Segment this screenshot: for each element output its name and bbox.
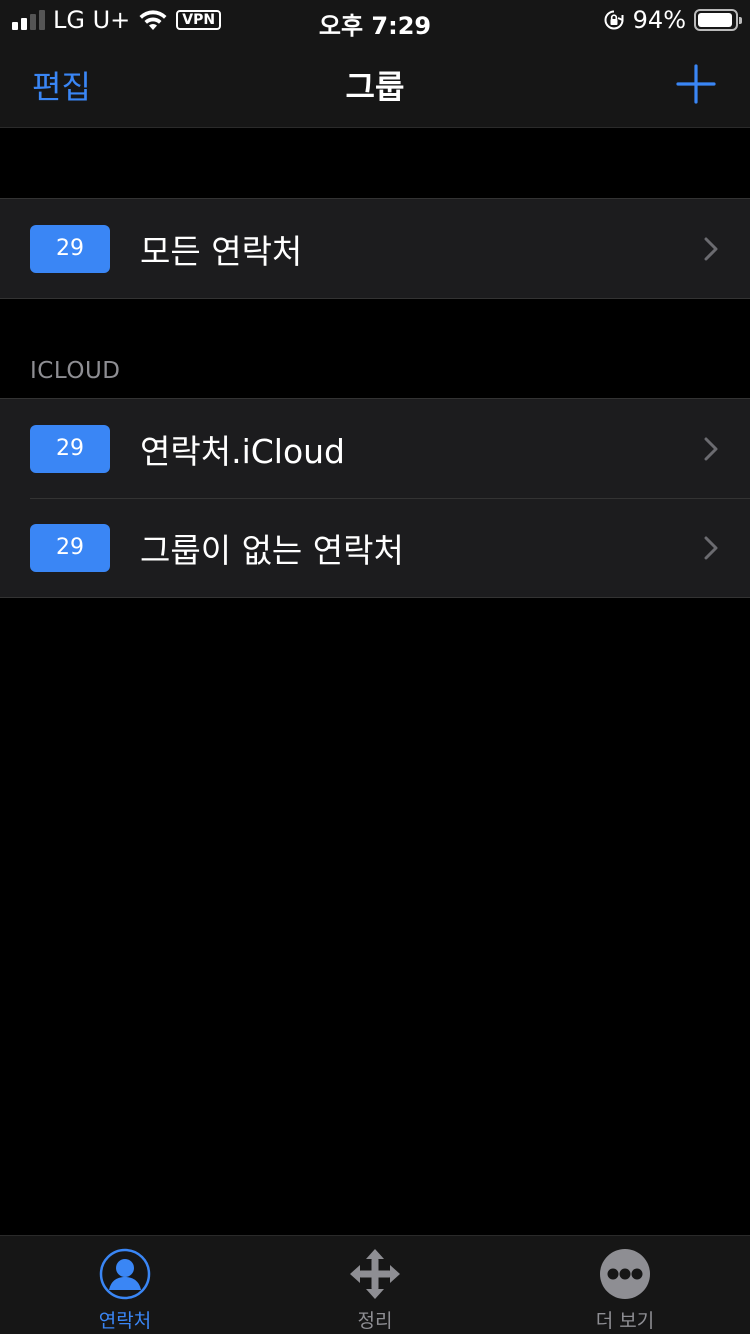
tab-contacts[interactable]: 연락처 — [0, 1236, 250, 1334]
section-header-icloud: ICLOUD — [30, 358, 121, 384]
rotation-lock-icon — [604, 10, 624, 30]
all-contacts-section: 29 모든 연락처 — [0, 198, 750, 299]
tab-label: 더 보기 — [595, 1310, 655, 1332]
tab-more[interactable]: 더 보기 — [500, 1236, 750, 1334]
group-row-all-contacts[interactable]: 29 모든 연락처 — [0, 199, 750, 298]
group-label: 그룹이 없는 연락처 — [140, 530, 404, 570]
add-group-button[interactable] — [676, 64, 716, 104]
group-label: 모든 연락처 — [140, 231, 303, 271]
page-title: 그룹 — [345, 68, 405, 106]
count-badge: 29 — [30, 424, 110, 473]
tab-organize[interactable]: 정리 — [250, 1236, 500, 1334]
more-ellipsis-icon — [600, 1249, 650, 1299]
chevron-right-icon — [704, 536, 718, 559]
chevron-right-icon — [704, 437, 718, 460]
group-row-ungrouped-contacts[interactable]: 29 그룹이 없는 연락처 — [0, 498, 750, 597]
count-badge: 29 — [30, 224, 110, 273]
battery-percent: 94% — [632, 6, 686, 34]
move-arrows-icon — [350, 1249, 400, 1299]
chevron-right-icon — [704, 237, 718, 260]
tab-bar: 연락처 정리 더 보기 — [0, 1235, 750, 1334]
group-row-icloud-contacts[interactable]: 29 연락처.iCloud — [0, 399, 750, 498]
icloud-section: 29 연락처.iCloud 29 그룹이 없는 연락처 — [0, 398, 750, 598]
tab-label: 연락처 — [98, 1310, 152, 1332]
status-right: 94% — [603, 6, 742, 34]
battery-icon — [694, 9, 742, 31]
group-label: 연락처.iCloud — [140, 431, 346, 471]
person-circle-icon — [99, 1248, 151, 1300]
count-badge: 29 — [30, 523, 110, 572]
tab-label: 정리 — [357, 1310, 393, 1332]
status-bar: LG U+ VPN 오후 7:29 94% — [0, 0, 750, 40]
navigation-bar: 편집 그룹 — [0, 40, 750, 128]
